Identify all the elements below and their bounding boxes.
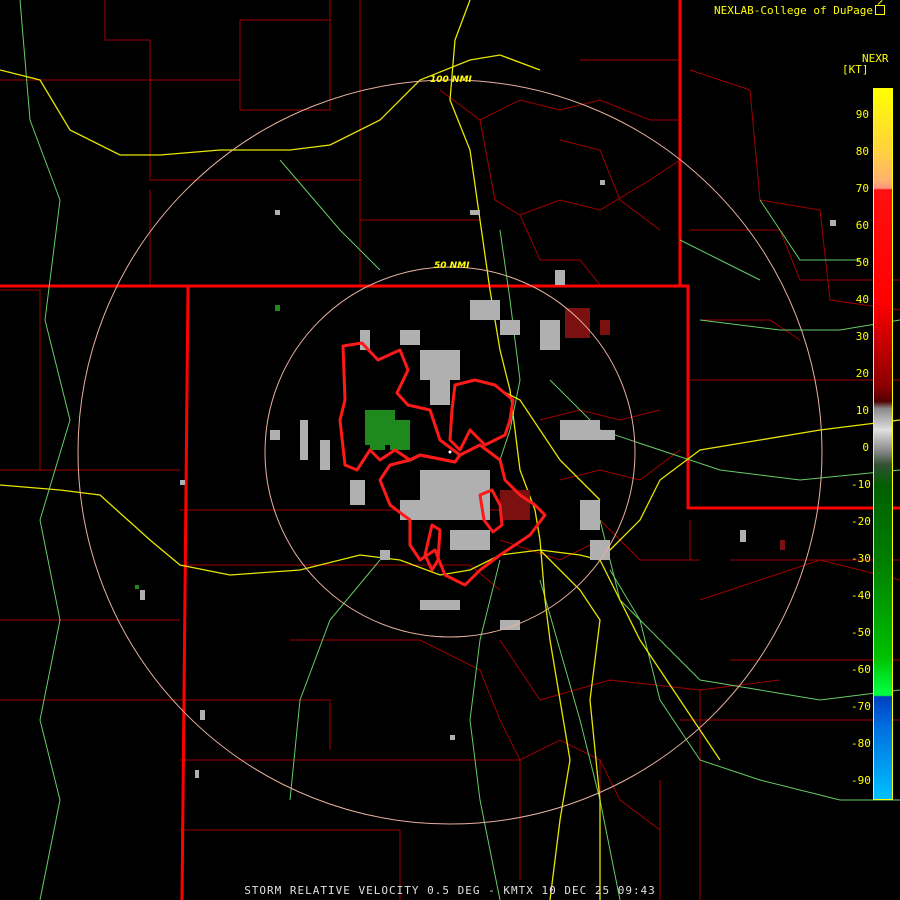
legend-tick: 80 xyxy=(855,145,869,158)
legend-tick: 30 xyxy=(855,330,869,343)
legend-tick: -90 xyxy=(851,774,871,787)
range-ring-50-label: 50 NMI xyxy=(434,261,470,271)
legend-tick: -50 xyxy=(851,626,871,639)
range-ring-100-label: 100 NMI xyxy=(430,75,472,85)
legend-tick: 50 xyxy=(855,256,869,269)
legend-tick: -30 xyxy=(851,552,871,565)
legend-tick: 70 xyxy=(855,182,869,195)
radar-map: 100 NMI 50 NMI xyxy=(0,0,900,900)
legend-tick: 10 xyxy=(855,404,869,417)
legend-tick: 40 xyxy=(855,293,869,306)
radar-site-marker xyxy=(448,450,452,454)
legend-tick: -10 xyxy=(851,478,871,491)
product-caption: STORM RELATIVE VELOCITY 0.5 DEG - KMTX 1… xyxy=(244,884,656,897)
legend-tick: -70 xyxy=(851,700,871,713)
legend-tick: -40 xyxy=(851,589,871,602)
velocity-colorbar xyxy=(873,88,893,800)
external-link-icon[interactable] xyxy=(874,5,885,15)
legend-tick: 90 xyxy=(855,108,869,121)
attribution: NEXLAB-College of DuPage xyxy=(714,4,885,17)
legend-tick: 20 xyxy=(855,367,869,380)
attribution-text: NEXLAB-College of DuPage xyxy=(714,4,873,17)
legend-tick: -80 xyxy=(851,737,871,750)
legend-tick: 0 xyxy=(862,441,869,454)
legend-tick: 60 xyxy=(855,219,869,232)
legend-tick: -60 xyxy=(851,663,871,676)
legend-tick: -20 xyxy=(851,515,871,528)
map-background xyxy=(0,0,900,900)
unit-label: [KT] xyxy=(842,63,869,76)
